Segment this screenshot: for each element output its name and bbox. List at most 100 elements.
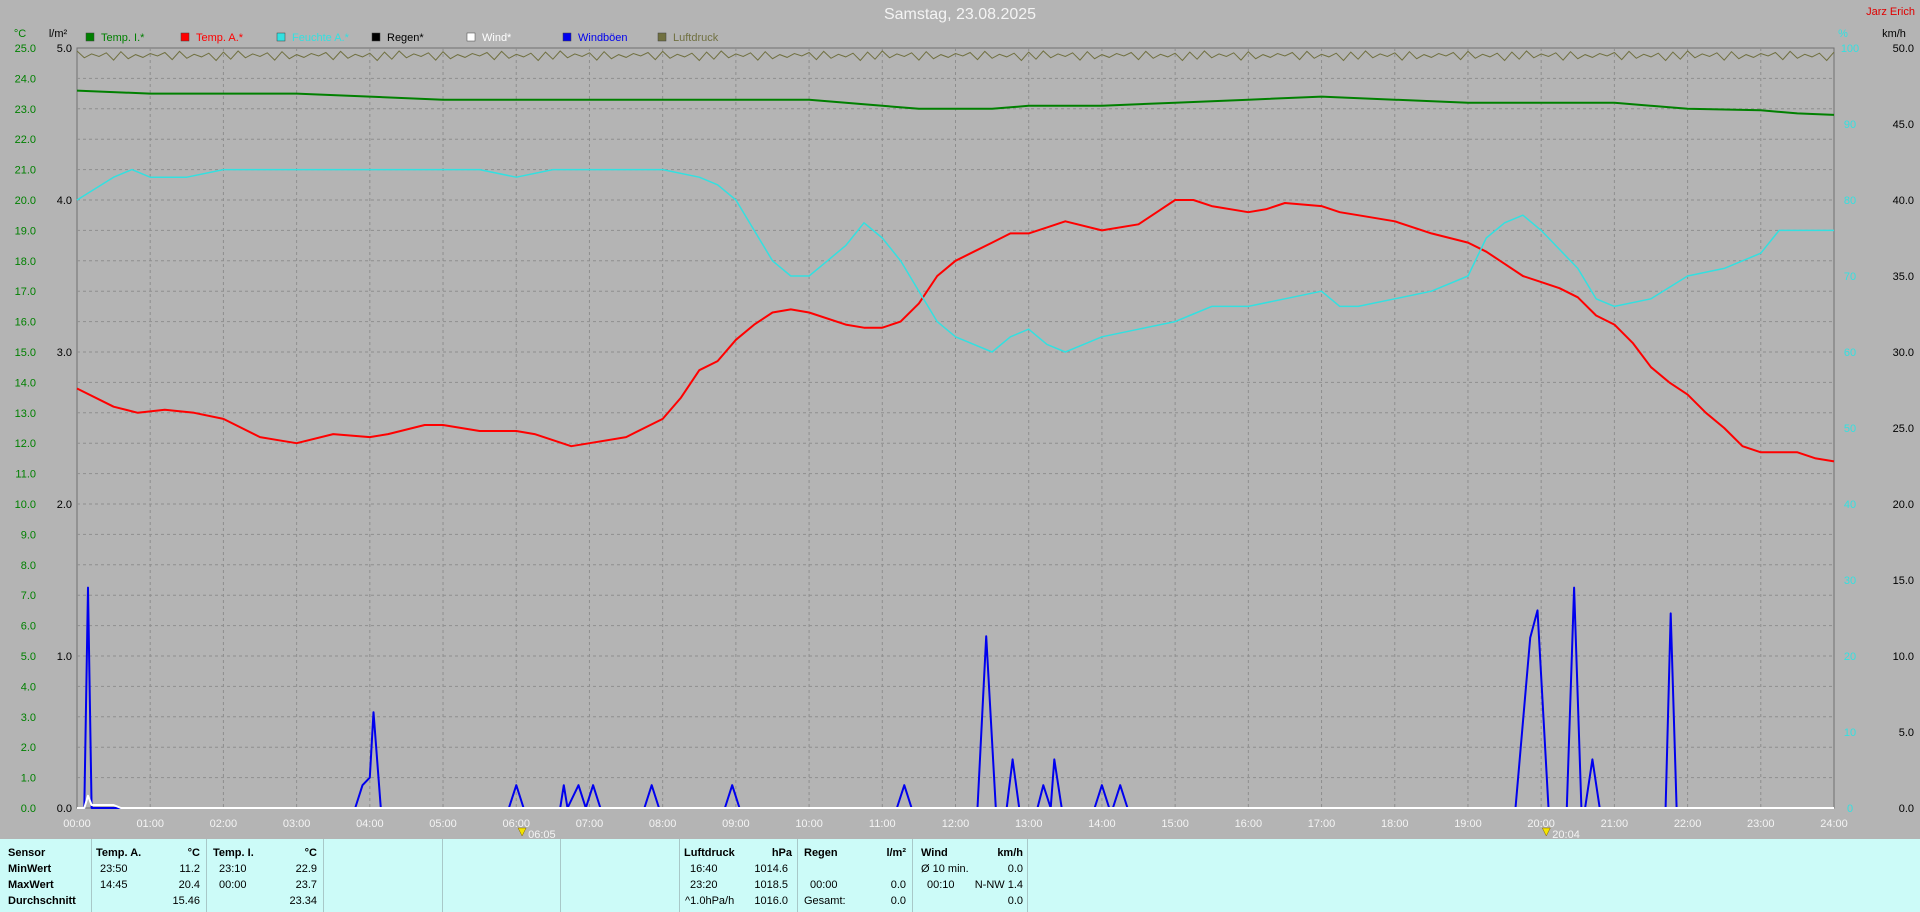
stats-wind-avg-label: Ø 10 min. — [921, 863, 969, 875]
stats-temp-a-max-value: 20.4 — [178, 879, 200, 891]
stats-rain-unit: l/m² — [886, 847, 906, 859]
rain-tick-label: 0.0 — [57, 803, 72, 815]
stats-temp-i-max-time: 00:00 — [219, 879, 247, 891]
humidity-tick-label: 90 — [1844, 119, 1856, 131]
x-tick-label: 13:00 — [1015, 818, 1043, 830]
wind-tick-label: 0.0 — [1899, 803, 1914, 815]
legend-label: Wind* — [482, 32, 512, 44]
wind-tick-label: 25.0 — [1893, 423, 1914, 435]
stats-wind-max-value: N-NW 1.4 — [974, 879, 1023, 891]
rain-tick-label: 5.0 — [57, 43, 72, 55]
stats-wind-title: Wind — [921, 847, 948, 859]
stats-temp-a-max-time: 14:45 — [100, 879, 128, 891]
humidity-tick-label: 30 — [1844, 575, 1856, 587]
x-tick-label: 02:00 — [210, 818, 238, 830]
x-tick-label: 11:00 — [869, 818, 896, 830]
stats-pressure-max-time: 23:20 — [690, 879, 718, 891]
stats-pressure-title: Luftdruck — [684, 847, 735, 859]
stats-wind-avg-value: 0.0 — [1007, 863, 1023, 875]
stats-temp-a-min-value: 11.2 — [179, 863, 200, 875]
temp-tick-label: 16.0 — [15, 317, 36, 329]
stats-temp-a-unit: °C — [187, 847, 200, 859]
temp-tick-label: 12.0 — [15, 438, 36, 450]
legend-swatch — [657, 32, 667, 42]
wind-tick-label: 35.0 — [1893, 271, 1914, 283]
stats-rain-total-label: Gesamt: — [804, 895, 846, 907]
stats-temp-i-min-value: 22.9 — [295, 863, 317, 875]
legend-label: Temp. A.* — [196, 32, 244, 44]
x-tick-label: 07:00 — [576, 818, 604, 830]
wind-tick-label: 10.0 — [1893, 651, 1914, 663]
stats-empty-column-3 — [560, 839, 679, 912]
legend-swatch — [466, 32, 476, 42]
sun-event-label: 06:05 — [528, 829, 556, 839]
humidity-tick-label: 80 — [1844, 195, 1856, 207]
temp-tick-label: 0.0 — [21, 803, 36, 815]
rain-tick-label: 1.0 — [57, 651, 72, 663]
temp-tick-label: 21.0 — [15, 165, 36, 177]
temp-tick-label: 24.0 — [15, 73, 36, 85]
unit-right-wind: km/h — [1882, 28, 1906, 40]
weather-chart: Samstag, 23.08.2025 Jarz Erich °C l/m² %… — [0, 0, 1920, 839]
stats-temp-i-column: Temp. I. °C 23:10 00:00 22.9 23.7 23.34 — [206, 839, 323, 912]
rain-tick-label: 3.0 — [57, 347, 72, 359]
stats-sensor-column: Sensor MinWert MaxWert Durchschnitt — [0, 839, 90, 912]
stats-pressure-min-time: 16:40 — [690, 863, 718, 875]
legend-swatch — [276, 32, 286, 42]
stats-pressure-min-value: 1014.6 — [754, 863, 788, 875]
stats-temp-a-min-time: 23:50 — [100, 863, 128, 875]
x-tick-label: 17:00 — [1308, 818, 1336, 830]
temp-tick-label: 22.0 — [15, 134, 36, 146]
stats-wind-other-value: 0.0 — [1007, 895, 1023, 907]
stats-row-avg: Durchschnitt — [8, 895, 76, 907]
unit-right-humidity: % — [1838, 28, 1848, 40]
temp-tick-label: 11.0 — [15, 469, 36, 481]
x-tick-label: 24:00 — [1820, 818, 1848, 830]
legend-label: Regen* — [387, 32, 424, 44]
legend-swatch — [85, 32, 95, 42]
temp-tick-label: 19.0 — [15, 225, 36, 237]
x-tick-label: 03:00 — [283, 818, 311, 830]
temp-tick-label: 7.0 — [21, 590, 36, 602]
unit-left-rain: l/m² — [49, 28, 68, 40]
rain-tick-label: 4.0 — [57, 195, 72, 207]
wind-tick-label: 30.0 — [1893, 347, 1914, 359]
x-tick-label: 20:00 — [1527, 818, 1555, 830]
legend-label: Temp. I.* — [101, 32, 145, 44]
stats-rain-title: Regen — [804, 847, 838, 859]
temp-tick-label: 20.0 — [15, 195, 36, 207]
temp-tick-label: 23.0 — [15, 104, 36, 116]
stats-temp-i-title: Temp. I. — [213, 847, 254, 859]
chart-title: Samstag, 23.08.2025 — [884, 6, 1036, 23]
x-tick-label: 14:00 — [1088, 818, 1116, 830]
stats-temp-i-avg-value: 23.34 — [289, 895, 317, 907]
x-tick-label: 18:00 — [1381, 818, 1409, 830]
legend-swatch — [180, 32, 190, 42]
x-tick-label: 08:00 — [649, 818, 677, 830]
stats-temp-i-unit: °C — [304, 847, 317, 859]
humidity-tick-label: 60 — [1844, 347, 1856, 359]
wind-tick-label: 20.0 — [1893, 499, 1914, 511]
legend-swatch — [562, 32, 572, 42]
stats-temp-a-column: Temp. A. °C 23:50 14:45 11.2 20.4 15.46 — [91, 839, 206, 912]
x-tick-label: 10:00 — [795, 818, 823, 830]
stats-pressure-trend: ^1.0hPa/h — [685, 895, 735, 907]
stats-pressure-avg-value: 1016.0 — [754, 895, 788, 907]
x-tick-label: 16:00 — [1235, 818, 1263, 830]
temp-tick-label: 10.0 — [15, 499, 36, 511]
stats-empty-column-5 — [1027, 839, 1920, 912]
temp-tick-label: 1.0 — [21, 773, 36, 785]
x-tick-label: 05:00 — [429, 818, 457, 830]
legend-label: Windböen — [578, 32, 628, 44]
stats-rain-column: Regen l/m² 00:00 Gesamt: 0.0 0.0 — [797, 839, 912, 912]
temp-tick-label: 4.0 — [21, 681, 36, 693]
x-tick-label: 22:00 — [1674, 818, 1702, 830]
x-tick-label: 23:00 — [1747, 818, 1775, 830]
temp-tick-label: 3.0 — [21, 712, 36, 724]
stats-pressure-unit: hPa — [771, 847, 792, 859]
humidity-tick-label: 10 — [1844, 727, 1856, 739]
stats-rain-max-time: 00:00 — [810, 879, 838, 891]
humidity-tick-label: 40 — [1844, 499, 1856, 511]
temp-tick-label: 9.0 — [21, 529, 36, 541]
wind-tick-label: 50.0 — [1893, 43, 1914, 55]
